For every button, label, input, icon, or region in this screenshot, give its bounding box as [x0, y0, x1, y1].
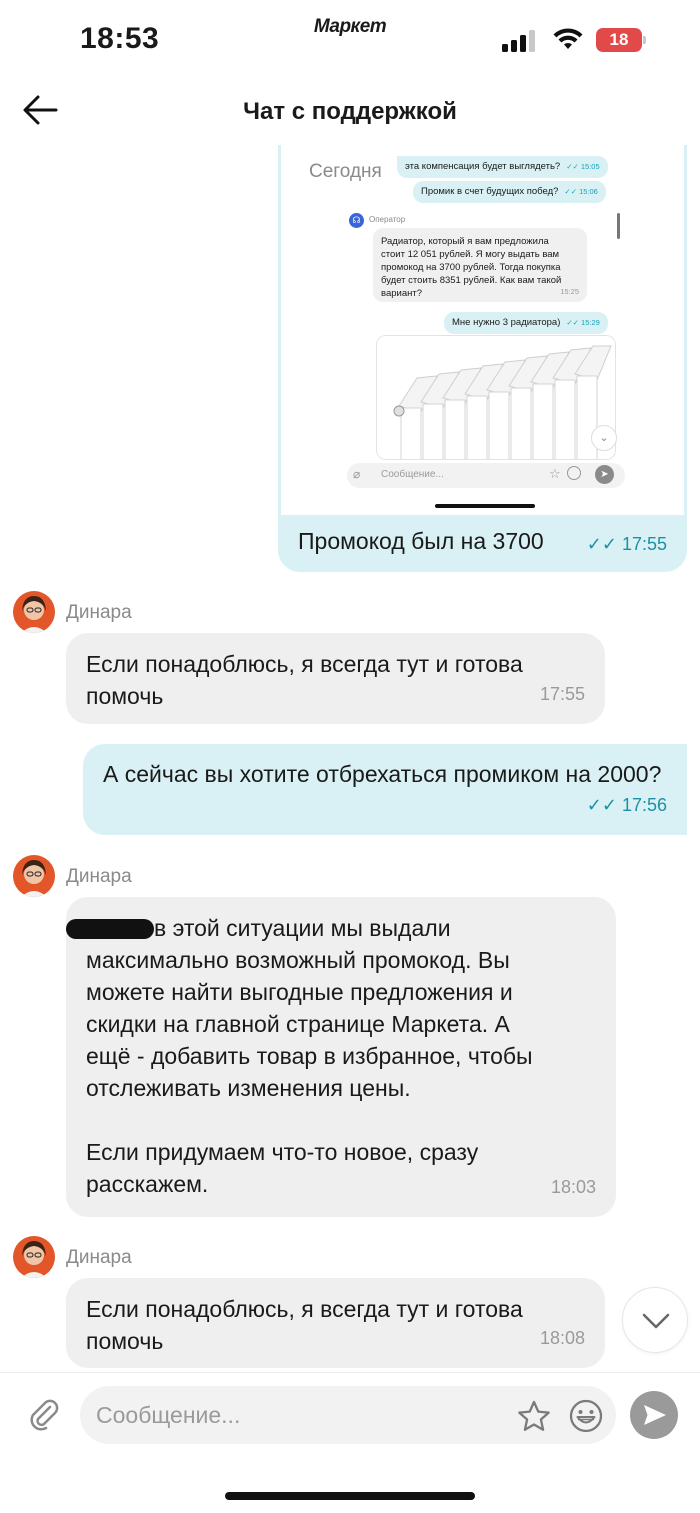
star-icon[interactable]	[516, 1399, 552, 1435]
scroll-down-button[interactable]	[622, 1287, 688, 1353]
attached-screenshot[interactable]: Сегодня эта компенсация будет выглядеть?…	[281, 145, 684, 515]
battery-icon: 18	[596, 28, 646, 52]
avatar[interactable]	[13, 1236, 55, 1278]
cellular-signal-icon	[502, 30, 542, 52]
operator-name: Оператор	[369, 215, 406, 224]
screenshot-message[interactable]: Сегодня эта компенсация будет выглядеть?…	[278, 145, 687, 572]
mini-message-input: Сообщение...	[347, 463, 625, 488]
chat-header: Чат с поддержкой	[0, 80, 700, 144]
message-line: максимально возможный промокод. Вы	[86, 947, 510, 973]
status-bar: 18:53 Маркет 18	[0, 0, 700, 80]
paperclip-icon: ⌀	[353, 467, 361, 481]
message-line: ещё - добавить товар в избранное, чтобы	[86, 1043, 533, 1069]
message-line: в этой ситуации мы выдали	[66, 912, 596, 944]
outgoing-message[interactable]: А сейчас вы хотите отбрехаться промиком …	[83, 744, 687, 835]
message-line: отслеживать изменения цены.	[86, 1075, 411, 1101]
message-text: Если понадоблюсь, я всегда тут и готова …	[86, 1296, 523, 1354]
page-title: Чат с поддержкой	[243, 98, 457, 125]
sender-name: Динара	[66, 1247, 132, 1268]
message-time: 17:55	[539, 684, 585, 704]
message-line: можете найти выгодные предложения и	[86, 979, 513, 1005]
message-time: 18:08	[539, 1328, 585, 1348]
sender-name: Динара	[66, 866, 132, 887]
send-icon: ➤	[595, 465, 614, 484]
emoji-icon	[567, 466, 581, 480]
incoming-message[interactable]: в этой ситуации мы выдали максимально во…	[66, 897, 616, 1217]
star-icon: ☆	[549, 466, 561, 481]
mini-outgoing-message: Промик в счет будущих побед? ✓✓ 15:06	[413, 181, 606, 203]
mini-outgoing-message: Мне нужно 3 радиатора) ✓✓ 15:29	[444, 312, 608, 334]
wifi-icon	[553, 28, 583, 49]
message-meta: ✓✓ 17:56	[586, 795, 667, 815]
mini-operator-message: Радиатор, который я вам предложила стоит…	[373, 228, 587, 302]
message-text: А сейчас вы хотите отбрехаться промиком …	[103, 761, 662, 787]
message-text: Промокод был на 3700	[298, 528, 544, 554]
avatar[interactable]	[13, 855, 55, 897]
scrollbar	[617, 213, 620, 239]
incoming-message[interactable]: Если понадоблюсь, я всегда тут и готова …	[66, 1278, 605, 1368]
avatar[interactable]	[13, 591, 55, 633]
chevron-down-icon	[642, 1313, 670, 1329]
home-indicator	[225, 1492, 475, 1500]
date-separator: Сегодня	[309, 161, 382, 182]
message-time: 18:03	[550, 1177, 596, 1197]
app-name: Маркет	[313, 16, 387, 37]
mini-outgoing-message: эта компенсация будет выглядеть? ✓✓ 15:05	[397, 156, 608, 178]
incoming-message[interactable]: Если понадоблюсь, я всегда тут и готова …	[66, 633, 605, 724]
message-meta: ✓✓ 17:55	[586, 534, 667, 554]
paperclip-icon[interactable]	[26, 1397, 60, 1431]
sender-name: Динара	[66, 602, 132, 623]
double-check-icon: ✓✓	[586, 534, 617, 554]
battery-level: 18	[596, 28, 642, 52]
headset-icon: ☊	[349, 213, 364, 228]
send-button[interactable]	[630, 1391, 678, 1439]
message-line: расскажем.	[86, 1171, 209, 1197]
chevron-down-icon: ⌄	[591, 425, 617, 451]
send-icon	[644, 1405, 666, 1425]
double-check-icon: ✓✓	[586, 795, 617, 815]
home-indicator	[435, 504, 535, 508]
redaction-mark	[66, 919, 154, 939]
message-line: Если придумаем что-то новое, сразу	[86, 1139, 479, 1165]
message-composer	[0, 1372, 700, 1452]
message-line: скидки на главной странице Маркета. А	[86, 1011, 510, 1037]
radiator-image	[376, 335, 616, 460]
emoji-icon[interactable]	[568, 1398, 604, 1434]
message-text: Если понадоблюсь, я всегда тут и готова …	[86, 651, 523, 709]
